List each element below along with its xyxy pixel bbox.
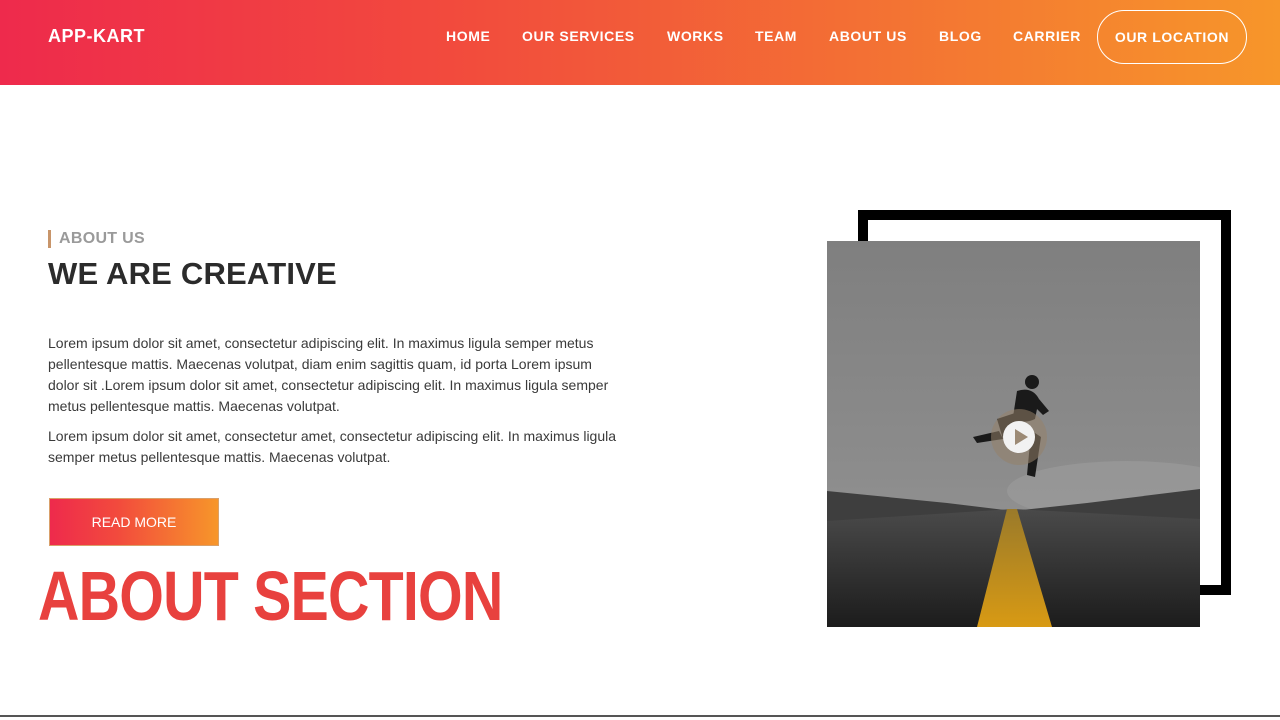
brand-logo[interactable]: APP-KART [48, 26, 145, 47]
about-paragraph-2: Lorem ipsum dolor sit amet, consectetur … [48, 428, 617, 465]
section-heading: WE ARE CREATIVE [48, 256, 337, 292]
nav-item-our-services[interactable]: OUR SERVICES [522, 28, 635, 44]
site-header: APP-KART HOME OUR SERVICES WORKS TEAM AB… [0, 0, 1280, 85]
our-location-button[interactable]: OUR LOCATION [1097, 10, 1247, 64]
nav-item-works[interactable]: WORKS [667, 28, 724, 44]
nav-item-blog[interactable]: BLOG [939, 28, 982, 44]
read-more-button[interactable]: READ MORE [49, 498, 219, 546]
bottom-divider [0, 715, 1280, 717]
heading-light-text: WE ARE [48, 256, 181, 291]
play-button[interactable] [991, 409, 1047, 465]
overlay-caption: ABOUT SECTION [38, 557, 503, 635]
play-icon [1003, 421, 1035, 453]
about-paragraph-1: Lorem ipsum dolor sit amet, consectetur … [48, 335, 609, 414]
nav-item-about-us[interactable]: ABOUT US [829, 28, 907, 44]
video-thumbnail[interactable] [827, 241, 1200, 627]
nav-item-home[interactable]: HOME [446, 28, 490, 44]
nav-item-carrier[interactable]: CARRIER [1013, 28, 1081, 44]
section-eyebrow: ABOUT US [48, 230, 145, 248]
nav-item-team[interactable]: TEAM [755, 28, 797, 44]
heading-bold-text: CREATIVE [180, 256, 337, 291]
